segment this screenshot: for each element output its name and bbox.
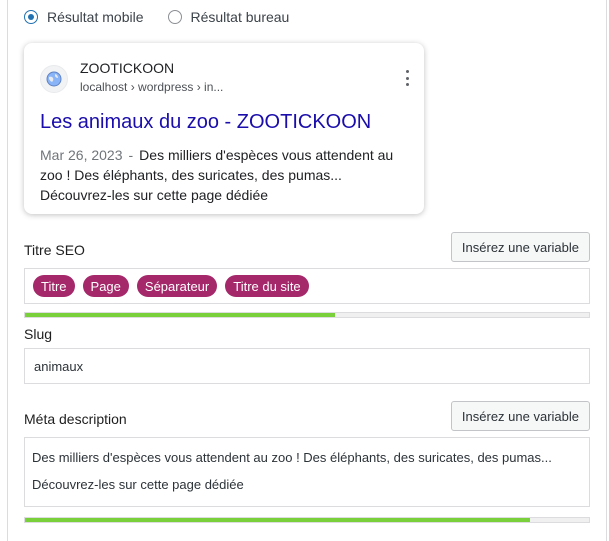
variable-pill-site-title[interactable]: Titre du site (225, 275, 309, 297)
slug-input[interactable]: animaux (24, 348, 590, 384)
radio-selected-icon[interactable] (24, 10, 38, 24)
meta-description-progress-bar (24, 517, 590, 523)
meta-description-line-2: Découvrez-les sur cette page dédiée (32, 477, 244, 492)
search-preview-card: ZOOTICKOON localhost › wordpress › in...… (24, 43, 424, 214)
preview-date-separator: - (128, 147, 134, 163)
seo-title-input[interactable]: Titre Page Séparateur Titre du site (24, 268, 590, 304)
meta-description-insert-variable-button[interactable]: Insérez une variable (450, 401, 590, 431)
slug-label: Slug (24, 326, 53, 342)
radio-mobile-result[interactable]: Résultat mobile (24, 9, 144, 25)
radio-desktop-label: Résultat bureau (190, 9, 290, 25)
slug-value: animaux (34, 358, 84, 374)
variable-pill-title[interactable]: Titre (33, 275, 75, 297)
preview-breadcrumb: localhost › wordpress › in... (80, 80, 224, 94)
meta-description-text: Des milliers d'espèces vous attendent au… (25, 438, 589, 504)
meta-description-label: Méta description (24, 411, 127, 427)
radio-mobile-label: Résultat mobile (47, 9, 144, 25)
preview-mode-radio-group: Résultat mobile Résultat bureau (24, 7, 313, 27)
seo-title-variables: Titre Page Séparateur Titre du site (25, 269, 589, 303)
preview-date: Mar 26, 2023 (40, 147, 123, 163)
variable-pill-page[interactable]: Page (82, 275, 129, 297)
seo-title-label: Titre SEO (24, 242, 85, 258)
radio-unselected-icon[interactable] (167, 10, 182, 24)
meta-description-progress-fill (25, 518, 530, 522)
preview-snippet: Mar 26, 2023- Des milliers d'espèces vous… (40, 145, 410, 205)
seo-title-progress-bar (24, 312, 590, 318)
preview-title-link[interactable]: Les animaux du zoo - ZOOTICKOON (40, 111, 371, 134)
seo-title-progress-fill (25, 313, 336, 317)
globe-icon (40, 65, 68, 93)
meta-description-line-1: Des milliers d'espèces vous attendent au… (32, 450, 552, 465)
more-vertical-icon[interactable] (404, 70, 410, 86)
preview-site-name: ZOOTICKOON (80, 60, 175, 76)
meta-description-textarea[interactable]: Des milliers d'espèces vous attendent au… (24, 437, 590, 507)
variable-pill-separator[interactable]: Séparateur (136, 275, 218, 297)
seo-title-insert-variable-button[interactable]: Insérez une variable (450, 232, 590, 262)
radio-desktop-result[interactable]: Résultat bureau (167, 9, 290, 25)
